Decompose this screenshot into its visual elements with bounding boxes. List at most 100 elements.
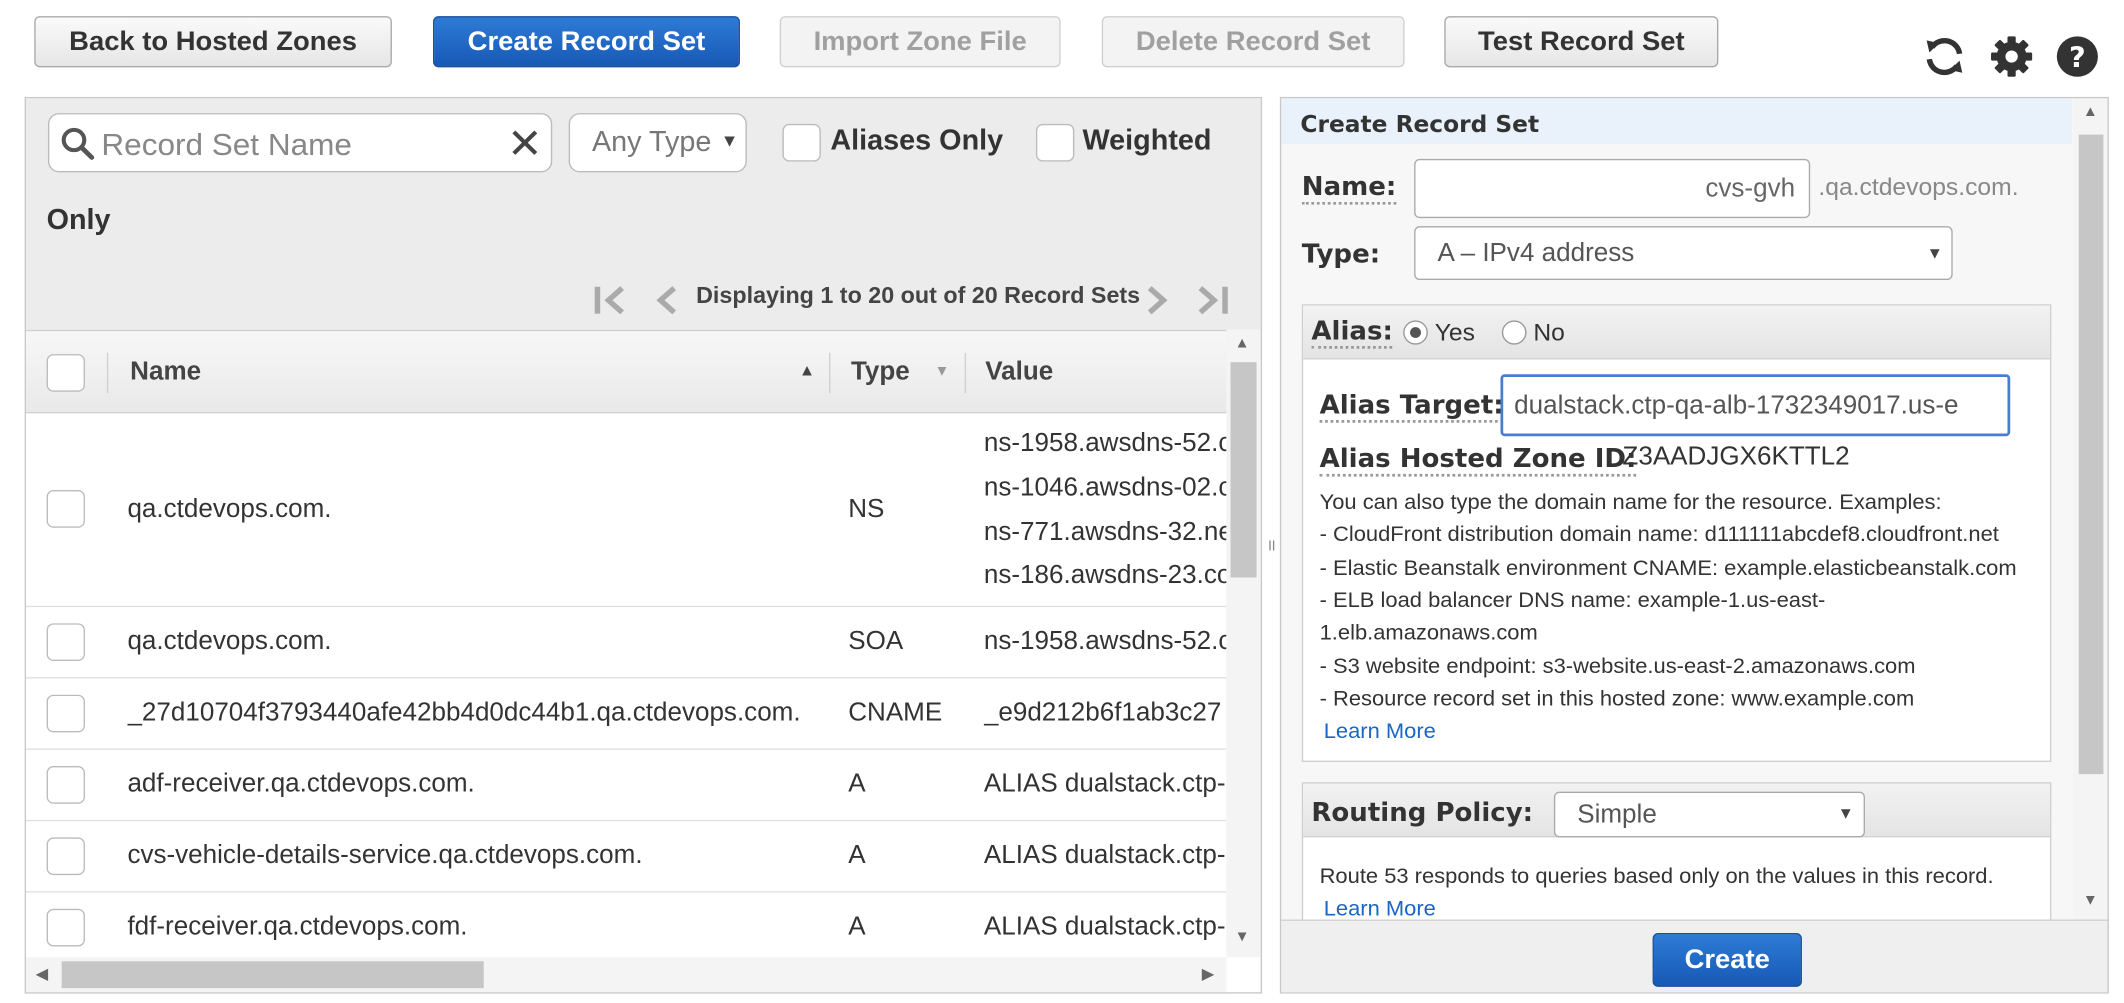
help-text-line: You can also type the domain name for th…: [1319, 491, 1942, 515]
last-page-icon[interactable]: [1195, 285, 1231, 315]
back-to-hosted-zones-button[interactable]: Back to Hosted Zones: [34, 16, 392, 68]
scroll-up-icon[interactable]: ▲: [2083, 104, 2098, 120]
record-name: fdf-receiver.qa.ctdevops.com.: [127, 912, 468, 942]
type-filter-select[interactable]: Any Type ▼: [568, 113, 747, 173]
chevron-down-icon: ▼: [1837, 803, 1854, 823]
record-type: A: [848, 770, 866, 799]
pager-status: Displaying 1 to 20 out of 20 Record Sets: [696, 282, 1141, 309]
column-divider: [106, 352, 109, 394]
learn-more-link[interactable]: Learn More: [1324, 720, 1436, 744]
column-header-value[interactable]: Value: [985, 358, 1053, 388]
help-text-line: - CloudFront distribution domain name: d…: [1319, 523, 1999, 547]
type-label: Type:: [1301, 239, 1381, 270]
type-select-value: A – IPv4 address: [1437, 239, 1635, 268]
record-name: qa.ctdevops.com.: [127, 495, 332, 524]
row-checkbox[interactable]: [46, 694, 85, 733]
gear-icon[interactable]: [1990, 35, 2034, 78]
radio-selected-dot: [1410, 327, 1422, 338]
filter-bar: Record Set Name Any Type ▼ Aliases Only …: [26, 98, 1261, 330]
table-row[interactable]: cvs-vehicle-details-service.qa.ctdevops.…: [26, 821, 1227, 893]
record-value: ns-186.awsdns-23.co: [983, 561, 1227, 590]
panel-splitter-handle[interactable]: ॥: [1266, 533, 1276, 556]
scroll-left-icon[interactable]: ◀: [36, 964, 49, 983]
table-horizontal-scrollbar[interactable]: ◀ ▶: [26, 957, 1227, 993]
column-divider: [829, 352, 831, 394]
first-page-icon[interactable]: [592, 285, 628, 315]
refresh-icon[interactable]: [1923, 35, 1967, 78]
previous-page-icon[interactable]: [654, 285, 681, 315]
name-label: Name:: [1301, 172, 1397, 205]
scrollbar-thumb[interactable]: [2078, 134, 2104, 775]
test-record-set-button[interactable]: Test Record Set: [1444, 16, 1719, 68]
name-input[interactable]: cvs-gvh: [1414, 158, 1811, 219]
panel-title: Create Record Set: [1281, 98, 2072, 145]
routing-policy-header: Routing Policy: Simple ▼: [1303, 783, 2050, 838]
panel-footer: Create: [1281, 919, 2108, 993]
record-value: ns-771.awsdns-32.ne: [983, 518, 1227, 547]
scroll-down-icon[interactable]: ▼: [2083, 893, 2098, 909]
weighted-only-label: Weighted: [1082, 125, 1212, 157]
record-name: cvs-vehicle-details-service.qa.ctdevops.…: [127, 841, 643, 870]
create-record-set-button[interactable]: Create Record Set: [433, 16, 740, 68]
row-checkbox[interactable]: [46, 623, 85, 662]
routing-policy-label: Routing Policy:: [1311, 798, 1534, 828]
record-value: ALIAS dualstack.ctp-: [983, 912, 1226, 942]
type-select[interactable]: A – IPv4 address ▼: [1414, 226, 1953, 281]
table-row[interactable]: _27d10704f3793440afe42bb4d0dc44b1.qa.ctd…: [26, 678, 1227, 750]
next-page-icon[interactable]: [1143, 285, 1170, 315]
aliases-only-checkbox[interactable]: [782, 123, 821, 162]
aliases-only-label: Aliases Only: [830, 125, 1004, 157]
routing-policy-value: Simple: [1577, 801, 1657, 830]
scroll-up-icon[interactable]: ▲: [1235, 335, 1250, 351]
alias-target-input[interactable]: dualstack.ctp-qa-alb-1732349017.us-e: [1500, 374, 2011, 437]
help-icon[interactable]: ?: [2055, 35, 2099, 78]
table-row[interactable]: qa.ctdevops.com. NS ns-1958.awsdns-52.c …: [26, 413, 1227, 608]
chevron-down-icon: ▼: [720, 130, 739, 151]
import-zone-file-button[interactable]: Import Zone File: [779, 16, 1061, 68]
alias-yes-radio[interactable]: [1403, 320, 1428, 345]
row-checkbox[interactable]: [46, 908, 85, 947]
record-name: adf-receiver.qa.ctdevops.com.: [127, 770, 475, 799]
record-type: NS: [848, 495, 885, 524]
scroll-down-icon[interactable]: ▼: [1235, 929, 1250, 945]
column-header-type[interactable]: Type: [851, 358, 910, 388]
alias-section: Alias: Yes No Alias Target: dualstack.ct…: [1301, 304, 2052, 763]
clear-search-icon[interactable]: [511, 129, 538, 156]
search-input[interactable]: Record Set Name: [47, 113, 553, 173]
alias-section-header: Alias: Yes No: [1303, 305, 2050, 360]
row-checkbox[interactable]: [46, 837, 85, 876]
table-vertical-scrollbar[interactable]: ▲ ▼: [1226, 329, 1261, 958]
scrollbar-thumb[interactable]: [61, 961, 484, 989]
record-type: A: [848, 912, 866, 942]
record-value: ns-1958.awsdns-52.c: [983, 429, 1227, 458]
alias-no-label: No: [1533, 319, 1565, 346]
weighted-only-checkbox[interactable]: [1035, 123, 1075, 162]
scroll-right-icon[interactable]: ▶: [1202, 964, 1215, 983]
delete-record-set-button[interactable]: Delete Record Set: [1101, 16, 1405, 68]
table-header: Name ▲ Type ▼ Value: [26, 329, 1227, 414]
row-checkbox[interactable]: [46, 766, 85, 804]
table-row[interactable]: fdf-receiver.qa.ctdevops.com. A ALIAS du…: [26, 892, 1227, 958]
help-text-line: - ELB load balancer DNS name: example-1.…: [1319, 589, 1826, 613]
column-divider: [964, 352, 967, 394]
record-name: _27d10704f3793440afe42bb4d0dc44b1.qa.ctd…: [127, 698, 801, 728]
type-filter-value: Any Type: [591, 126, 712, 158]
select-all-checkbox[interactable]: [46, 354, 85, 392]
panel-vertical-scrollbar[interactable]: ▲ ▼: [2073, 98, 2108, 920]
record-type: A: [848, 841, 866, 870]
help-text-line: - Elastic Beanstalk environment CNAME: e…: [1319, 557, 2017, 581]
row-checkbox[interactable]: [46, 490, 85, 528]
sort-ascending-icon[interactable]: ▲: [799, 361, 815, 380]
scrollbar-thumb[interactable]: [1230, 362, 1257, 578]
column-header-name[interactable]: Name: [130, 358, 201, 388]
create-button[interactable]: Create: [1652, 932, 1802, 987]
routing-policy-select[interactable]: Simple ▼: [1553, 791, 1865, 838]
record-sets-panel: Record Set Name Any Type ▼ Aliases Only …: [24, 96, 1263, 994]
table-row[interactable]: qa.ctdevops.com. SOA ns-1958.awsdns-52.c: [26, 607, 1227, 679]
table-row[interactable]: adf-receiver.qa.ctdevops.com. A ALIAS du…: [26, 749, 1227, 822]
weighted-only-label-cont: Only: [46, 204, 111, 236]
alias-no-radio[interactable]: [1501, 320, 1527, 345]
name-input-value: cvs-gvh: [1705, 175, 1796, 204]
sort-icon[interactable]: ▼: [935, 364, 950, 380]
help-text-line: - S3 website endpoint: s3-website.us-eas…: [1319, 655, 1916, 679]
